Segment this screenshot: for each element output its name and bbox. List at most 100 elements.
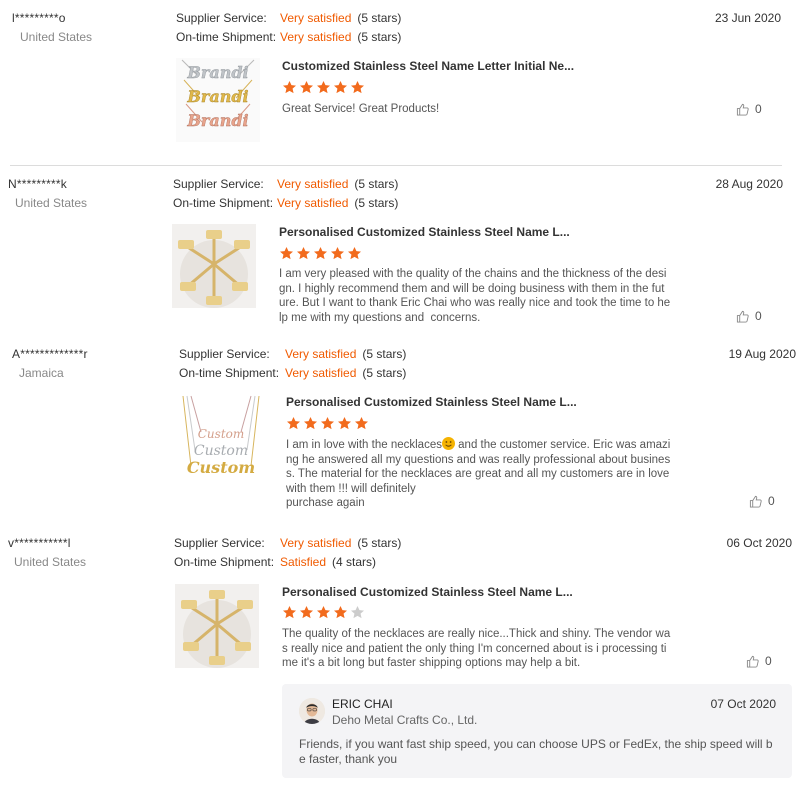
- product-rating-stars: [282, 605, 365, 620]
- supplier-service-value: Very satisfied: [285, 347, 357, 361]
- buyer-name: N*********k: [8, 177, 67, 191]
- star-filled-icon: [351, 80, 364, 94]
- product-title[interactable]: Customized Stainless Steel Name Letter I…: [282, 59, 574, 73]
- shipment-label: On-time Shipment:: [179, 366, 280, 380]
- like-count: 0: [765, 654, 772, 668]
- thumb-text: Brandi: [186, 111, 248, 130]
- review-date: 28 Aug 2020: [715, 177, 783, 191]
- buyer-name: l*********o: [12, 11, 66, 25]
- product-title[interactable]: Personalised Customized Stainless Steel …: [286, 395, 577, 409]
- necklace-image: [175, 584, 259, 668]
- shipment-rating: On-time Shipment: Very satisfied (5 stars): [173, 196, 398, 210]
- review-comment: Great Service! Great Products!: [282, 103, 440, 115]
- like-count: 0: [755, 309, 762, 323]
- like-button[interactable]: 0: [736, 309, 762, 323]
- star-filled-icon: [348, 246, 361, 260]
- supplier-service-label: Supplier Service:: [173, 177, 264, 191]
- review-date: 23 Jun 2020: [714, 11, 781, 25]
- necklace-image: Brandi Brandi Brandi: [176, 58, 260, 142]
- shipment-label: On-time Shipment:: [173, 196, 274, 210]
- star-filled-icon: [338, 416, 351, 430]
- supplier-service-value: Very satisfied: [277, 177, 349, 191]
- star-filled-icon: [355, 416, 368, 430]
- supplier-service-label: Supplier Service:: [176, 11, 267, 25]
- buyer-name: v***********l: [8, 536, 71, 550]
- shipment-stars: (5 stars): [354, 196, 399, 210]
- shipment-value: Satisfied: [280, 555, 327, 569]
- thumb-text: Brandi: [186, 87, 248, 106]
- star-empty-icon: [351, 605, 364, 619]
- like-count: 0: [755, 102, 762, 116]
- star-filled-icon: [304, 416, 317, 430]
- like-count: 0: [768, 494, 775, 508]
- supplier-service-rating: Supplier Service: Very satisfied (5 stars): [174, 536, 401, 550]
- thumb-text: Custom: [194, 443, 248, 459]
- star-filled-icon: [297, 246, 310, 260]
- shipment-stars: (5 stars): [362, 366, 407, 380]
- shipment-rating: On-time Shipment: Very satisfied (5 stars): [179, 366, 406, 380]
- reply-author-name: ERIC CHAI: [332, 697, 393, 711]
- reply-date: 07 Oct 2020: [710, 697, 776, 711]
- thumbs-up-icon: [736, 310, 749, 323]
- thumb-text: Custom: [187, 458, 255, 477]
- necklace-image: [172, 224, 256, 308]
- star-filled-icon: [334, 605, 347, 619]
- star-filled-icon: [317, 80, 330, 94]
- product-title[interactable]: Personalised Customized Stainless Steel …: [279, 225, 570, 239]
- buyer-country: United States: [14, 555, 87, 569]
- supplier-service-stars: (5 stars): [357, 536, 402, 550]
- star-filled-icon: [283, 80, 296, 94]
- shipment-label: On-time Shipment:: [174, 555, 275, 569]
- product-rating-stars: [279, 246, 362, 261]
- star-filled-icon: [280, 246, 293, 260]
- review-comment: I am in love with the necklaces and the …: [286, 437, 696, 511]
- review-comment: I am very pleased with the quality of th…: [279, 268, 671, 324]
- review-date: 06 Oct 2020: [726, 536, 792, 550]
- star-filled-icon: [314, 246, 327, 260]
- star-filled-icon: [334, 80, 347, 94]
- product-thumbnail[interactable]: Brandi Brandi Brandi: [176, 58, 260, 142]
- supplier-service-label: Supplier Service:: [179, 347, 270, 361]
- star-filled-icon: [283, 605, 296, 619]
- product-rating-stars: [282, 80, 365, 95]
- star-filled-icon: [317, 605, 330, 619]
- product-thumbnail[interactable]: Custom Custom Custom: [179, 394, 263, 478]
- reply-company: Deho Metal Crafts Co., Ltd.: [332, 713, 478, 727]
- shipment-value: Very satisfied: [277, 196, 349, 210]
- shipment-rating: On-time Shipment: Satisfied (4 stars): [174, 555, 376, 569]
- supplier-reply: ERIC CHAI Deho Metal Crafts Co., Ltd. 07…: [282, 684, 792, 778]
- supplier-service-stars: (5 stars): [362, 347, 407, 361]
- supplier-service-stars: (5 stars): [357, 11, 402, 25]
- supplier-service-stars: (5 stars): [354, 177, 399, 191]
- buyer-name: A*************r: [12, 347, 88, 361]
- like-button[interactable]: 0: [736, 102, 762, 116]
- supplier-service-value: Very satisfied: [280, 536, 352, 550]
- star-filled-icon: [321, 416, 334, 430]
- thumbs-up-icon: [746, 655, 759, 668]
- thumb-text: Brandi: [186, 63, 248, 82]
- like-button[interactable]: 0: [749, 494, 775, 508]
- buyer-country: United States: [15, 196, 88, 210]
- avatar: [299, 698, 325, 724]
- review-date: 19 Aug 2020: [728, 347, 796, 361]
- product-thumbnail[interactable]: [172, 224, 256, 308]
- shipment-stars: (4 stars): [332, 555, 377, 569]
- review-comment: The quality of the necklaces are really …: [282, 628, 671, 669]
- star-filled-icon: [300, 605, 313, 619]
- star-filled-icon: [287, 416, 300, 430]
- shipment-label: On-time Shipment:: [176, 30, 277, 44]
- supplier-service-rating: Supplier Service: Very satisfied (5 stars): [176, 11, 401, 25]
- like-button[interactable]: 0: [746, 654, 772, 668]
- product-thumbnail[interactable]: [175, 584, 259, 668]
- supplier-service-label: Supplier Service:: [174, 536, 265, 550]
- review-divider: [10, 165, 782, 166]
- shipment-value: Very satisfied: [285, 366, 357, 380]
- thumb-text: Custom: [198, 427, 245, 441]
- star-filled-icon: [331, 246, 344, 260]
- smiley-emoji-icon: [441, 437, 455, 450]
- supplier-service-rating: Supplier Service: Very satisfied (5 stars): [179, 347, 406, 361]
- product-title[interactable]: Personalised Customized Stainless Steel …: [282, 585, 573, 599]
- shipment-value: Very satisfied: [280, 30, 352, 44]
- product-rating-stars: [286, 416, 369, 431]
- thumbs-up-icon: [736, 103, 749, 116]
